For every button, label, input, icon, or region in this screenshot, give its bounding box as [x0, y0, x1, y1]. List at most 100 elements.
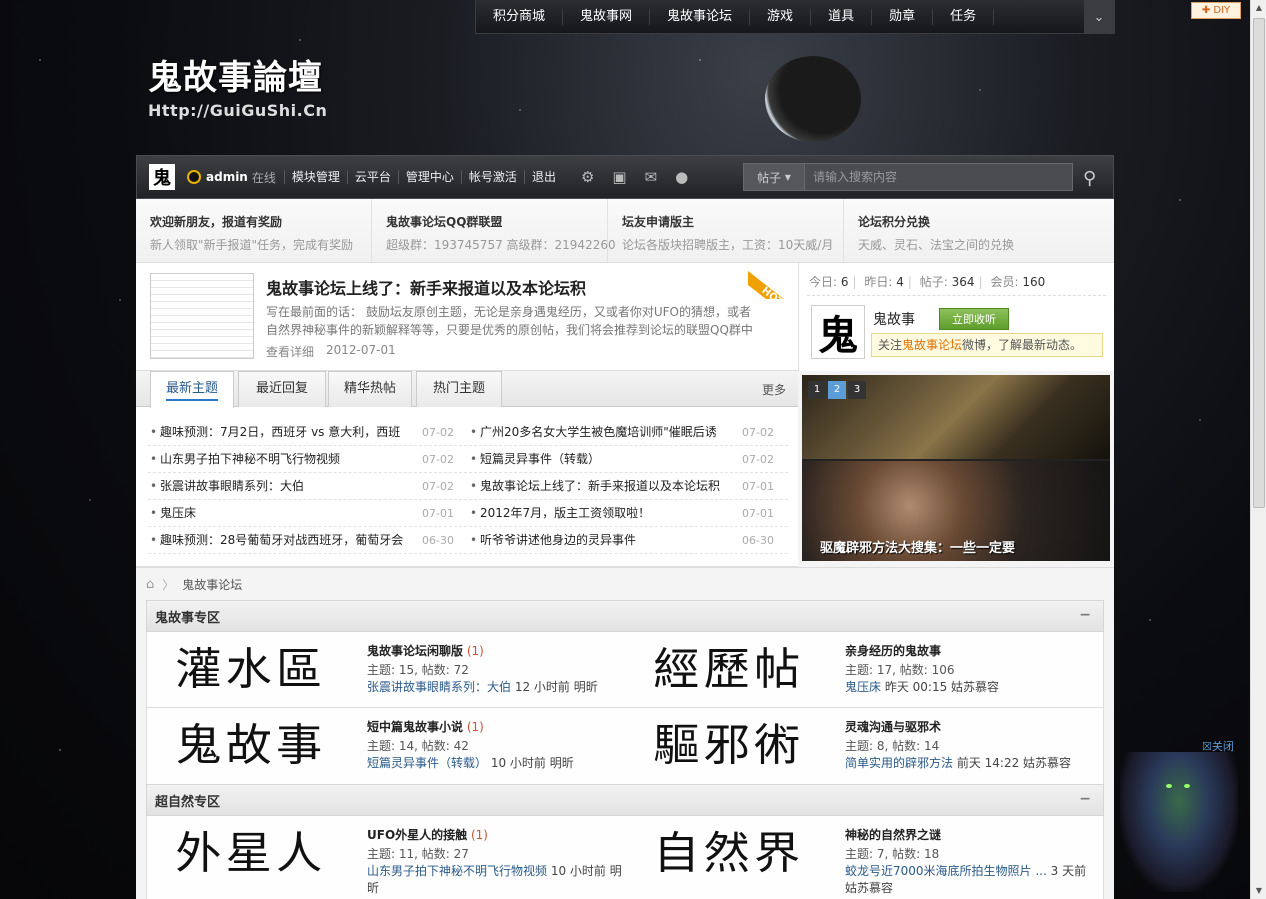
link-cloud-platform[interactable]: 云平台: [346, 170, 398, 184]
forum-name[interactable]: 鬼故事论坛闲聊版 (1): [367, 642, 484, 659]
thread-item[interactable]: 山东男子拍下神秘不明飞行物视频07-02: [148, 446, 468, 472]
nav-item-tasks[interactable]: 任务: [933, 8, 995, 25]
nav-item-points-mall[interactable]: 积分商城: [476, 8, 564, 25]
follow-link[interactable]: 鬼故事论坛: [902, 338, 962, 352]
listen-button[interactable]: 立即收听: [939, 308, 1009, 330]
forum-name[interactable]: 神秘的自然界之谜: [845, 826, 941, 843]
nav-dropdown-chevron-icon[interactable]: ⌄: [1084, 0, 1114, 34]
tab-digest[interactable]: 精华热帖: [328, 371, 412, 407]
forum-logo[interactable]: 外星人: [175, 826, 333, 882]
more-link[interactable]: 更多: [762, 381, 786, 398]
notice-moderator[interactable]: 坛友申请版主 论坛各版块招聘版主，工资：10天威/月: [608, 199, 844, 262]
last-post-link[interactable]: 蛟龙号近7000米海底所拍生物照片 ...: [845, 864, 1047, 878]
forum-logo[interactable]: 驅邪術: [653, 718, 811, 774]
search-box: 帖子 ▾: [743, 163, 1075, 191]
last-post-link[interactable]: 短篇灵异事件（转载）: [367, 756, 487, 770]
forum-section: 鬼故事专区 − 灌水區 鬼故事论坛闲聊版 (1) 主题: 15, 帖数: 72 …: [146, 600, 1104, 785]
notice-points-exchange[interactable]: 论坛积分兑换 天威、灵石、法宝之间的兑换: [844, 199, 1080, 262]
featured-thumbnail[interactable]: [150, 273, 254, 359]
slide-caption[interactable]: 驱魔辟邪方法大搜集：一些一定要: [820, 537, 1015, 556]
home-icon[interactable]: ⌂: [146, 577, 154, 592]
search-input[interactable]: [805, 163, 1073, 191]
thread-item[interactable]: 趣味预测：28号葡萄牙对战西班牙，葡萄牙会06-30: [148, 527, 468, 553]
search-icon[interactable]: ⚲: [1083, 168, 1096, 189]
tab-latest-threads[interactable]: 最新主题: [150, 371, 234, 408]
username-link[interactable]: admin: [206, 170, 248, 184]
scroll-up-arrow-icon[interactable]: ▲: [1251, 0, 1266, 16]
featured-thread: 鬼故事论坛上线了：新手来报道以及本论坛积 写在最前面的话： 鼓励坛友原创主题，无…: [136, 263, 798, 371]
breadcrumb-current[interactable]: 鬼故事论坛: [182, 576, 242, 593]
thread-item[interactable]: 2012年7月，版主工资领取啦！07-01: [468, 500, 788, 526]
forum-name[interactable]: 灵魂沟通与驱邪术: [845, 718, 941, 735]
site-avatar[interactable]: 鬼: [149, 164, 175, 190]
forum-stats: 主题: 17, 帖数: 106: [845, 663, 955, 677]
forum-last-post: 短篇灵异事件（转载） 10 小时前 明昕: [367, 756, 574, 770]
slider-dot[interactable]: 1: [808, 381, 826, 399]
forum-logo[interactable]: 鬼故事: [175, 718, 333, 774]
scrollbar[interactable]: ▲ ▼: [1250, 0, 1266, 899]
collapse-icon[interactable]: −: [1079, 607, 1091, 623]
link-module-manage[interactable]: 模块管理: [283, 170, 347, 184]
site-logo[interactable]: 鬼故事論壇 Http://GuiGuShi.Cn: [148, 50, 327, 120]
forum-stats: 主题: 7, 帖数: 18: [845, 847, 940, 861]
nav-item-props[interactable]: 道具: [811, 8, 873, 25]
forum-name[interactable]: UFO外星人的接触 (1): [367, 826, 488, 843]
image-icon[interactable]: ▣: [612, 168, 626, 186]
last-post-link[interactable]: 简单实用的辟邪方法: [845, 756, 953, 770]
last-post-link[interactable]: 张震讲故事眼睛系列：大伯: [367, 680, 511, 694]
forum-logo[interactable]: 經歷帖: [653, 642, 811, 698]
collapse-icon[interactable]: −: [1079, 791, 1091, 807]
notice-qq-groups[interactable]: 鬼故事论坛QQ群联盟 超级群：193745757 高级群：21942260: [372, 199, 616, 262]
diy-button[interactable]: ✚ DIY: [1191, 2, 1241, 19]
link-logout[interactable]: 退出: [523, 170, 563, 184]
nav-item-medals[interactable]: 勋章: [872, 8, 934, 25]
mail-icon[interactable]: ✉: [645, 168, 658, 186]
thread-item[interactable]: 短篇灵异事件（转载）07-02: [468, 446, 788, 472]
tab-bar: 最新主题 最近回复 精华热帖 热门主题 更多: [136, 371, 798, 408]
scroll-down-arrow-icon[interactable]: ▼: [1251, 883, 1266, 899]
forum-item: 自然界 神秘的自然界之谜 主题: 7, 帖数: 18 蛟龙号近7000米海底所拍…: [625, 816, 1103, 899]
forum-logo[interactable]: 自然界: [653, 826, 811, 882]
notice-welcome[interactable]: 欢迎新朋友，报道有奖励 新人领取"新手报道"任务，完成有奖励: [136, 199, 372, 262]
weibo-name[interactable]: 鬼故事: [873, 309, 915, 329]
tab-recent-replies[interactable]: 最近回复: [238, 371, 326, 407]
last-post-link[interactable]: 鬼压床: [845, 680, 881, 694]
link-account-activate[interactable]: 帐号激活: [460, 170, 524, 184]
qq-icon: [187, 170, 201, 184]
nav-item-games[interactable]: 游戏: [750, 8, 812, 25]
tab-hot[interactable]: 热门主题: [416, 371, 502, 407]
forum-logo[interactable]: 灌水區: [175, 642, 333, 698]
forum-last-post: 山东男子拍下神秘不明飞行物视频 10 小时前 明昕: [367, 864, 622, 895]
forum-name[interactable]: 短中篇鬼故事小说 (1): [367, 718, 484, 735]
forum-row: 外星人 UFO外星人的接触 (1) 主题: 11, 帖数: 27 山东男子拍下神…: [147, 816, 1103, 899]
featured-more-link[interactable]: 查看详细: [266, 343, 314, 360]
gear-icon[interactable]: ⚙: [581, 168, 594, 186]
table-row: 鬼压床07-01 2012年7月，版主工资领取啦！07-01: [148, 500, 788, 527]
thread-item[interactable]: 广州20多名女大学生被色魔培训师"催眠后诱07-02: [468, 419, 788, 445]
nav-item-ghost-site[interactable]: 鬼故事网: [563, 8, 651, 25]
online-status[interactable]: 在线: [252, 169, 276, 186]
thread-item[interactable]: 鬼故事论坛上线了：新手来报道以及本论坛积07-01: [468, 473, 788, 499]
search-type-select[interactable]: 帖子 ▾: [743, 163, 805, 191]
bulb-icon[interactable]: ●: [675, 168, 688, 186]
scrollbar-thumb[interactable]: [1253, 18, 1265, 508]
table-row: 山东男子拍下神秘不明飞行物视频07-02 短篇灵异事件（转载）07-02: [148, 446, 788, 473]
featured-title[interactable]: 鬼故事论坛上线了：新手来报道以及本论坛积: [266, 275, 586, 299]
weibo-avatar[interactable]: 鬼: [811, 305, 865, 359]
thread-item[interactable]: 趣味预测：7月2日，西班牙 vs 意大利，西班07-02: [148, 419, 468, 445]
user-bar: 鬼 admin 在线 模块管理 云平台 管理中心 帐号激活 退出 ⚙ ▣ ✉ ●…: [136, 155, 1114, 199]
thread-item[interactable]: 张震讲故事眼睛系列：大伯07-02: [148, 473, 468, 499]
slider-dot[interactable]: 3: [848, 381, 866, 399]
forum-name[interactable]: 亲身经历的鬼故事: [845, 642, 941, 659]
thread-item[interactable]: 听爷爷讲述他身边的灵异事件06-30: [468, 527, 788, 553]
slider-dot-active[interactable]: 2: [828, 381, 846, 399]
last-post-link[interactable]: 山东男子拍下神秘不明飞行物视频: [367, 864, 547, 878]
slider-pager: 1 2 3: [808, 381, 868, 399]
link-admin-center[interactable]: 管理中心: [397, 170, 461, 184]
logo-title: 鬼故事論壇: [148, 58, 323, 98]
creature-eye: [1166, 784, 1172, 788]
nav-item-forum[interactable]: 鬼故事论坛: [650, 8, 751, 25]
floating-creature-image[interactable]: [1120, 752, 1238, 892]
image-slider[interactable]: 1 2 3 驱魔辟邪方法大搜集：一些一定要: [802, 375, 1110, 561]
thread-item[interactable]: 鬼压床07-01: [148, 500, 468, 526]
